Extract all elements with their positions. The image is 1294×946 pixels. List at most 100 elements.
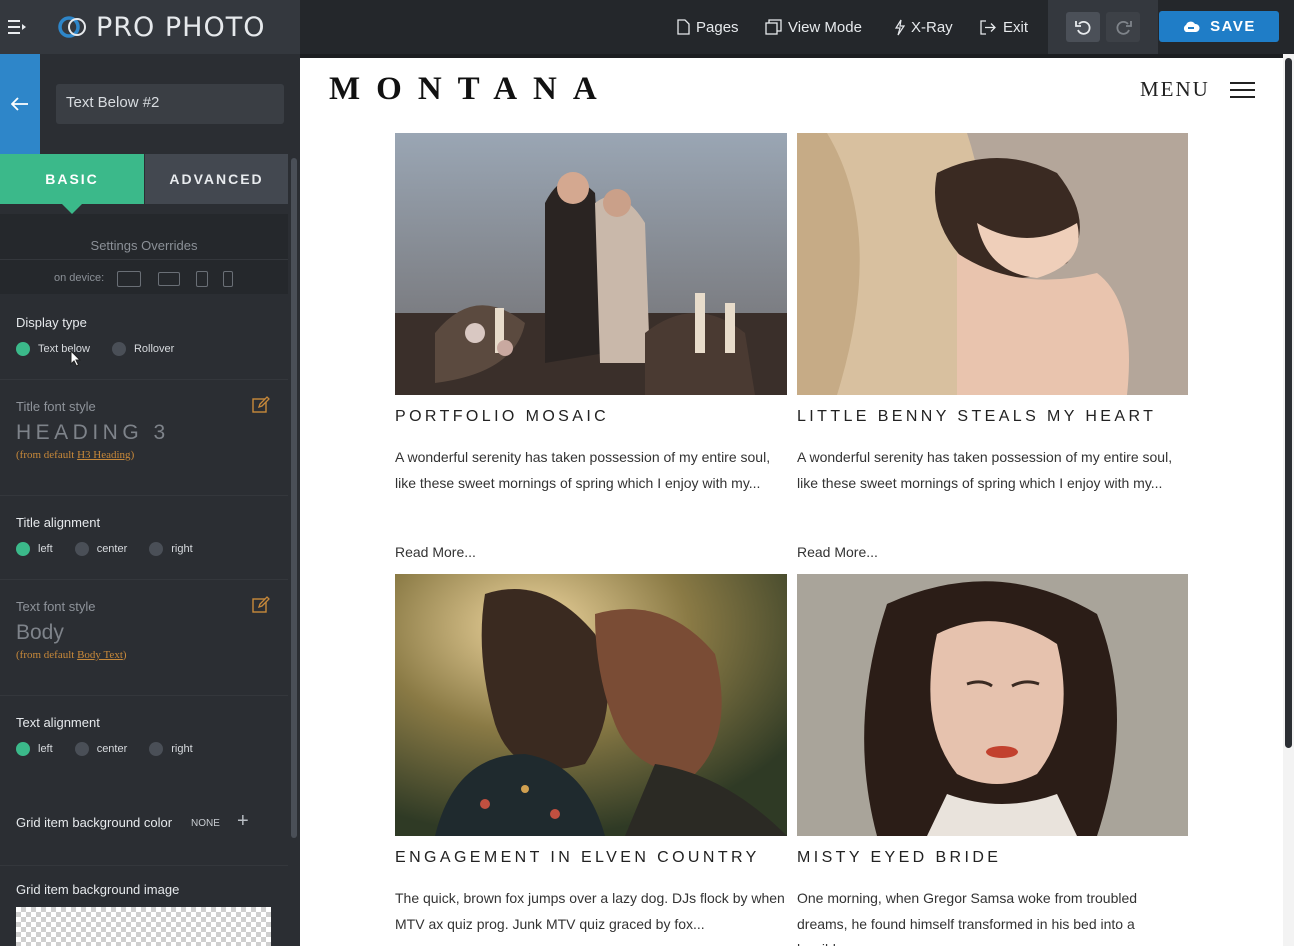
text-font-label: Text font style <box>16 599 96 614</box>
display-type-label: Display type <box>16 315 87 330</box>
lightning-icon <box>894 19 905 35</box>
site-menu-label[interactable]: MENU <box>1140 77 1210 102</box>
default-prefix: (from default <box>16 649 78 661</box>
title-alignment-options: left center right <box>16 542 215 556</box>
title-font-default: (from default H3 Heading) <box>16 449 134 461</box>
undo-button[interactable] <box>1066 12 1100 42</box>
title-alignment-label: Title alignment <box>16 515 101 530</box>
view-mode-label: View Mode <box>788 18 862 36</box>
default-suffix: ) <box>122 649 127 661</box>
bg-color-label: Grid item background color <box>16 815 173 830</box>
collapse-menu-icon[interactable] <box>0 0 34 54</box>
pages-label: Pages <box>696 18 739 36</box>
exit-label: Exit <box>1003 18 1029 36</box>
title-font-section: Title font style HEADING 3 (from default… <box>0 380 288 496</box>
radio-text-left-label: left <box>38 743 53 755</box>
radio-text-right-label: right <box>171 743 193 755</box>
radio-title-center[interactable] <box>74 542 89 556</box>
page-icon <box>677 19 690 35</box>
top-toolbar: Pages View Mode X-Ray Exit SAVE <box>300 0 1294 54</box>
bg-image-label: Grid item background image <box>16 882 180 897</box>
panel-tabs: BASIC ADVANCED <box>0 154 288 214</box>
bg-color-value: NONE <box>191 818 220 829</box>
radio-title-center-label: center <box>96 543 128 555</box>
radio-rollover[interactable] <box>111 342 126 356</box>
title-alignment-section: Title alignment left center right <box>0 496 288 580</box>
site-logo[interactable]: MONTANA <box>329 71 613 108</box>
post-title[interactable]: MISTY EYED BRIDE <box>797 849 1001 867</box>
element-name-input[interactable]: Text Below #2 <box>56 84 284 124</box>
read-more-link[interactable]: Read More... <box>797 544 878 560</box>
radio-rollover-label: Rollover <box>133 343 175 355</box>
radio-text-right[interactable] <box>149 742 164 756</box>
settings-overrides: Settings Overrides on device: <box>0 214 288 294</box>
text-font-value: Body <box>16 621 64 644</box>
undo-icon <box>1074 20 1090 35</box>
sidebar-scrollbar[interactable] <box>291 158 297 838</box>
portfolio-mosaic-photo[interactable] <box>395 133 787 395</box>
post-excerpt: A wonderful serenity has taken possessio… <box>395 449 771 491</box>
text-alignment-section: Text alignment left center right <box>0 696 288 780</box>
little-benny-photo[interactable] <box>797 133 1189 395</box>
radio-text-left[interactable] <box>16 742 30 756</box>
tablet-device-icon[interactable] <box>196 271 208 287</box>
title-font-value: HEADING 3 <box>16 421 170 444</box>
post-title[interactable]: PORTFOLIO MOSAIC <box>395 408 609 426</box>
laptop-device-icon[interactable] <box>158 272 180 286</box>
default-prefix: (from default <box>16 449 78 461</box>
xray-button[interactable]: X-Ray <box>894 0 953 54</box>
prophoto-logo-icon <box>58 16 86 38</box>
windows-icon <box>765 19 782 35</box>
radio-text-center[interactable] <box>74 742 89 756</box>
cloud-icon <box>1184 21 1200 32</box>
body-text-link[interactable]: Body Text <box>77 649 123 661</box>
radio-title-left-label: left <box>38 543 53 555</box>
radio-title-left[interactable] <box>16 542 30 556</box>
read-more-link[interactable]: Read More... <box>395 544 476 560</box>
radio-text-center-label: center <box>96 743 128 755</box>
display-type-options: Text below Rollover <box>16 342 196 356</box>
text-alignment-label: Text alignment <box>16 715 100 730</box>
post-title[interactable]: ENGAGEMENT IN ELVEN COUNTRY <box>395 849 760 867</box>
add-color-icon[interactable]: + <box>237 810 249 833</box>
save-button[interactable]: SAVE <box>1159 11 1279 42</box>
tab-advanced[interactable]: ADVANCED <box>145 154 288 204</box>
back-button[interactable] <box>0 54 40 154</box>
view-mode-button[interactable]: View Mode <box>765 0 862 54</box>
title-font-label: Title font style <box>16 399 96 414</box>
text-font-default: (from default Body Text) <box>16 649 127 661</box>
mouse-cursor-icon <box>70 350 81 367</box>
edit-icon[interactable] <box>252 396 270 413</box>
tab-basic[interactable]: BASIC <box>0 154 144 214</box>
xray-label: X-Ray <box>911 18 953 36</box>
desktop-device-icon[interactable] <box>117 271 141 287</box>
overrides-title: Settings Overrides <box>90 238 198 253</box>
brand-logo: PRO PHOTO <box>58 12 265 43</box>
history-controls <box>1048 0 1158 54</box>
exit-button[interactable]: Exit <box>980 0 1028 54</box>
engagement-photo[interactable] <box>395 574 787 836</box>
bg-image-preview[interactable] <box>16 907 271 946</box>
hamburger-menu-icon[interactable] <box>1230 82 1255 98</box>
site-preview: MONTANA MENU PORTFOLIO MOSAIC A wonderfu… <box>300 58 1283 946</box>
arrow-left-icon <box>11 97 28 111</box>
divider <box>0 259 288 260</box>
pages-button[interactable]: Pages <box>677 0 739 54</box>
preview-scrollbar[interactable] <box>1285 58 1292 748</box>
radio-title-right[interactable] <box>149 542 164 556</box>
exit-icon <box>980 19 996 35</box>
post-excerpt: The quick, brown fox jumps over a lazy d… <box>395 890 785 932</box>
misty-eyed-bride-photo[interactable] <box>797 574 1189 836</box>
redo-button[interactable] <box>1106 12 1140 42</box>
post-title[interactable]: LITTLE BENNY STEALS MY HEART <box>797 408 1156 426</box>
phone-device-icon[interactable] <box>223 271 233 287</box>
edit-icon[interactable] <box>252 596 270 613</box>
text-alignment-options: left center right <box>16 742 215 756</box>
post-excerpt: A wonderful serenity has taken possessio… <box>797 449 1173 491</box>
h3-heading-link[interactable]: H3 Heading <box>77 449 130 461</box>
radio-text-below[interactable] <box>16 342 30 356</box>
radio-title-right-label: right <box>171 543 193 555</box>
settings-sidebar: PRO PHOTO Text Below #2 BASIC ADVANCED S… <box>0 0 300 946</box>
text-font-section: Text font style Body (from default Body … <box>0 580 288 696</box>
redo-icon <box>1116 20 1132 35</box>
